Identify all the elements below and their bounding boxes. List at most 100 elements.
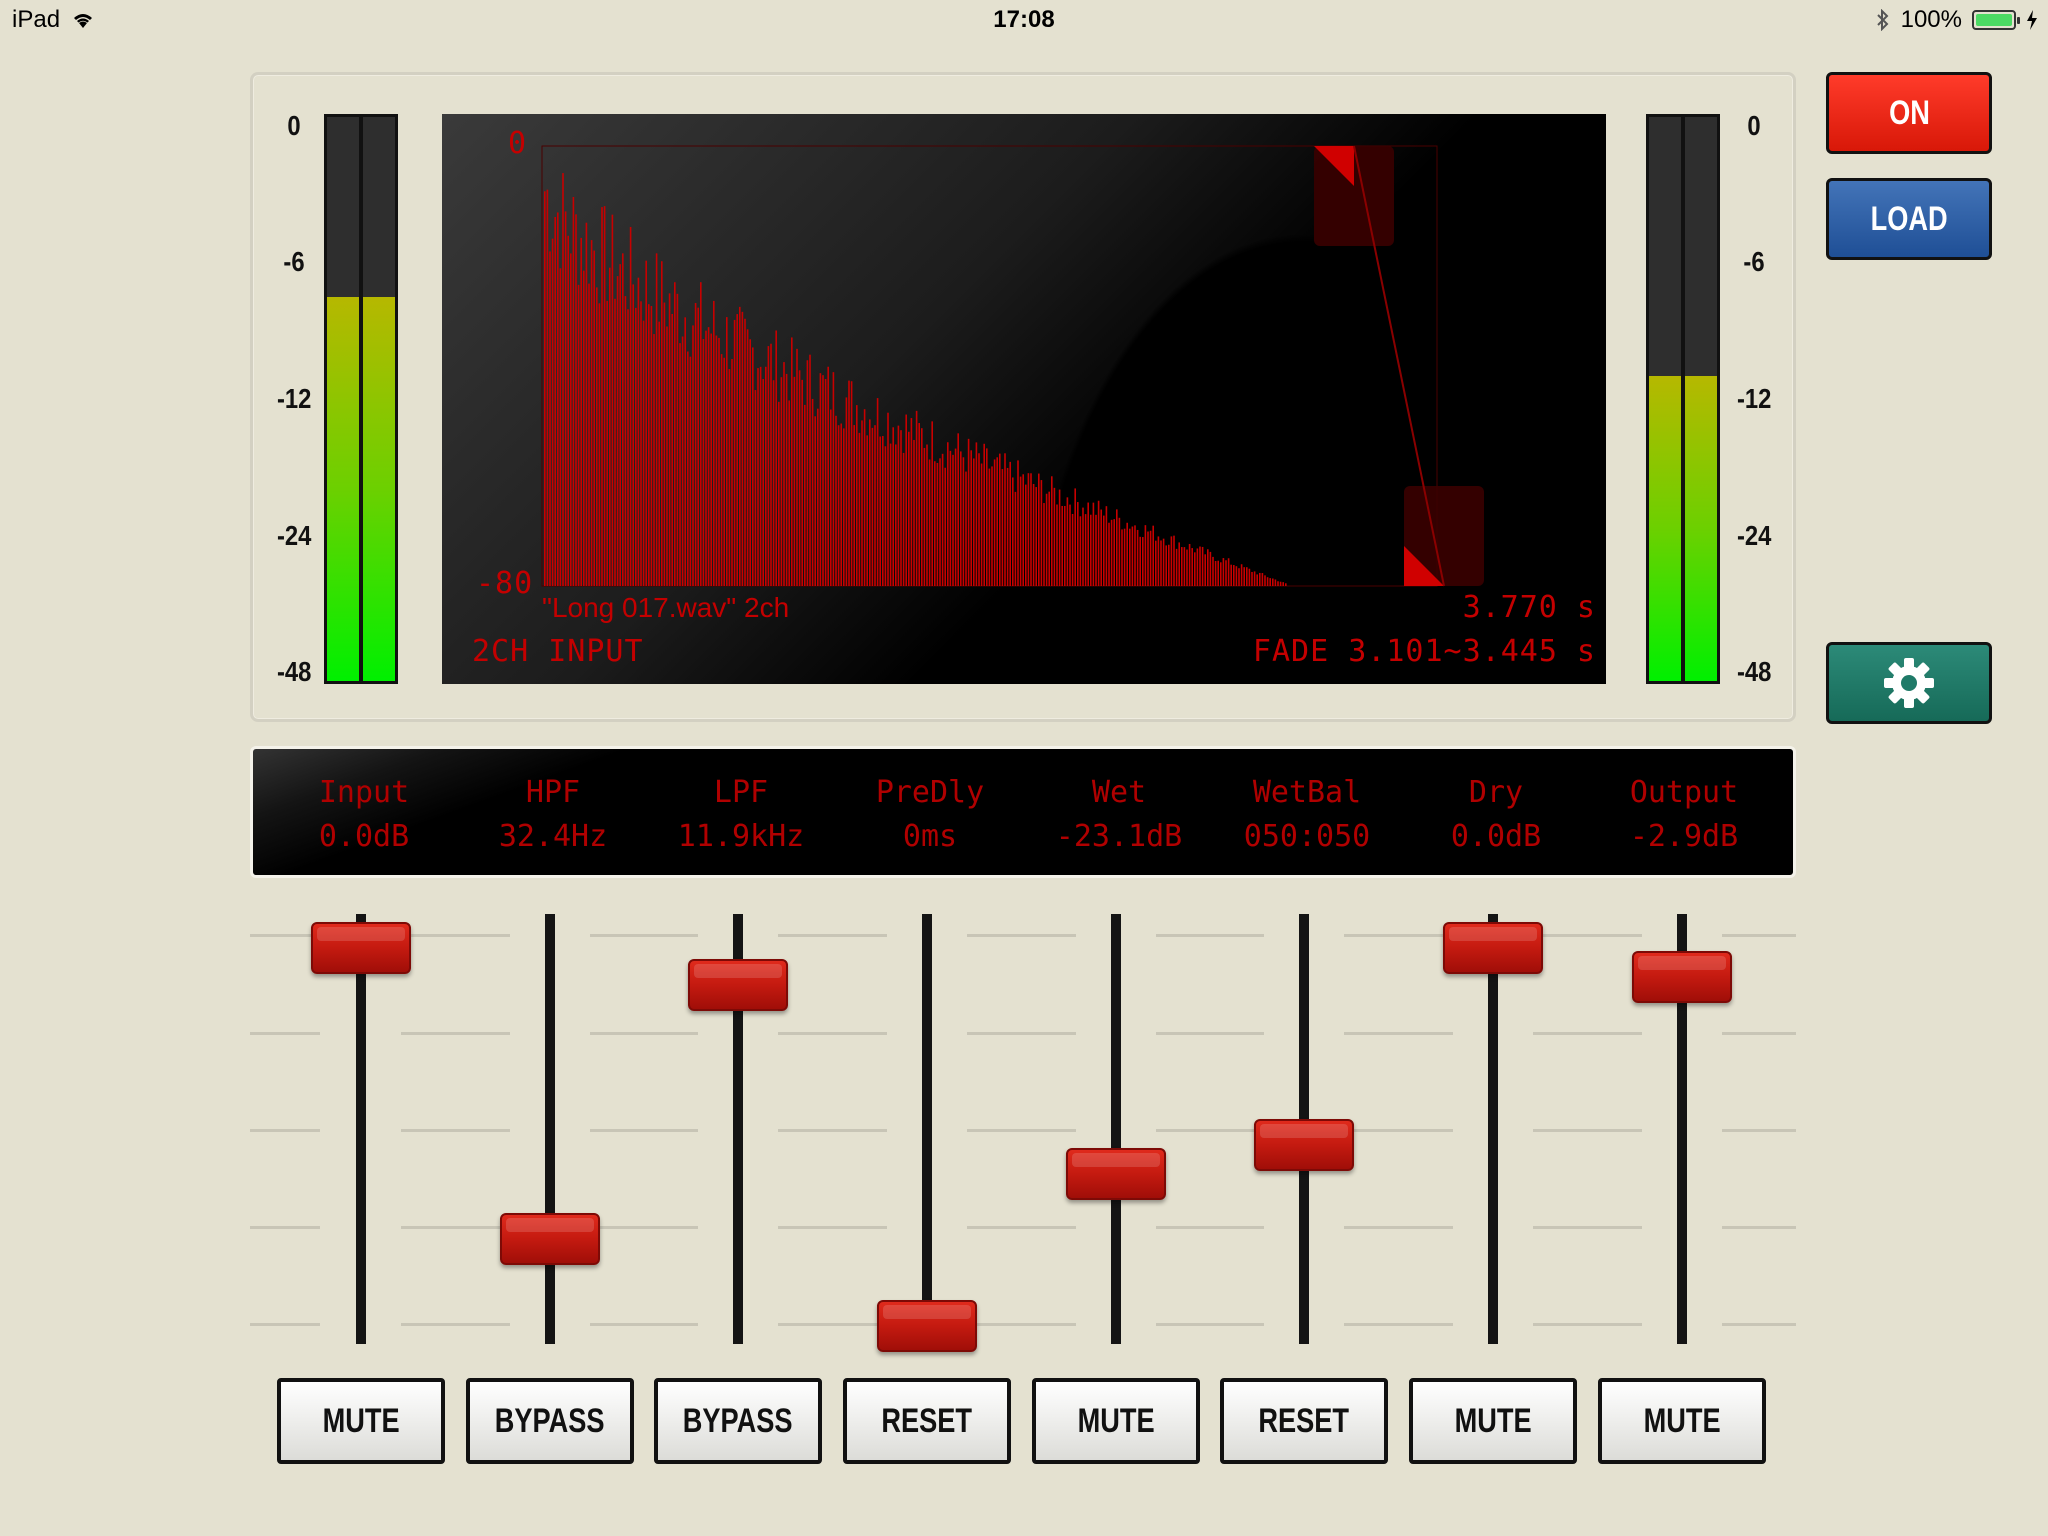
fader-guide-line	[967, 1323, 1076, 1326]
input-mute-label: MUTE	[322, 1401, 400, 1440]
ir-bar	[827, 366, 829, 586]
ir-bar	[1253, 571, 1256, 586]
wet-fader-knob[interactable]	[1066, 1147, 1166, 1200]
param-lpf-name: LPF	[713, 775, 769, 810]
input-mute-button[interactable]: MUTE	[277, 1378, 445, 1464]
predly-reset-button[interactable]: RESET	[843, 1378, 1011, 1464]
ir-bar	[611, 214, 614, 586]
ir-bar	[1181, 547, 1183, 586]
ir-bar	[765, 366, 767, 586]
ir-bar	[1160, 540, 1162, 586]
fader-guide-line	[1156, 1032, 1264, 1035]
impulse-response-display[interactable]: 0 -80 "Long 017.wav" 2ch 3.770 s 2CH INP…	[442, 114, 1606, 684]
ir-bar	[876, 398, 879, 586]
fader-guide-line	[590, 1226, 698, 1229]
wet-mute-button[interactable]: MUTE	[1032, 1378, 1200, 1464]
wet-fader-track[interactable]	[1111, 914, 1121, 1344]
ir-bar	[668, 293, 671, 586]
ir-bar	[1092, 502, 1095, 586]
ir-bar	[796, 348, 798, 586]
ir-bar	[767, 346, 770, 586]
ir-bar	[1113, 519, 1115, 586]
ir-bar	[700, 282, 702, 586]
ir-bar	[785, 373, 788, 586]
ir-bar	[967, 438, 970, 586]
ir-bar	[1071, 513, 1074, 586]
ir-bar	[1142, 537, 1144, 586]
ir-bar	[1217, 560, 1219, 586]
input-scale-24: -24	[277, 520, 312, 551]
fader-guide-line	[1156, 934, 1264, 937]
ir-bar	[1266, 577, 1269, 586]
ir-bar	[588, 283, 590, 586]
ir-bar	[814, 416, 816, 586]
ir-bar	[1100, 509, 1102, 586]
input-scale-6: -6	[283, 246, 305, 277]
dry-mute-button[interactable]: MUTE	[1409, 1378, 1577, 1464]
ir-bar	[1162, 538, 1165, 586]
lpf-bypass-button[interactable]: BYPASS	[654, 1378, 822, 1464]
ir-bar	[1014, 491, 1017, 586]
status-time: 17:08	[993, 6, 1055, 33]
hpf-fader-track[interactable]	[545, 914, 555, 1344]
ir-bar	[679, 343, 681, 586]
ir-bar	[1282, 582, 1284, 586]
param-dry-name: Dry	[1468, 775, 1524, 810]
ir-bar	[1269, 578, 1271, 586]
ir-bar	[866, 435, 868, 586]
predly-fader-knob[interactable]	[877, 1299, 977, 1352]
ir-bar	[1012, 477, 1014, 586]
wetbal-fader-knob[interactable]	[1254, 1119, 1354, 1172]
predly-reset-label: RESET	[881, 1401, 973, 1440]
ir-bar	[1043, 503, 1045, 586]
ir-bar	[1240, 564, 1243, 586]
ir-bar	[593, 250, 595, 586]
ir-bar	[606, 300, 608, 586]
lpf-fader-knob[interactable]	[688, 959, 788, 1012]
settings-button[interactable]	[1826, 642, 1992, 724]
ir-bar	[726, 317, 728, 586]
predly-fader-track[interactable]	[922, 914, 932, 1344]
ir-bar	[666, 326, 668, 586]
bluetooth-icon	[1876, 9, 1889, 31]
ir-bar	[1134, 525, 1136, 586]
ir-bar	[1040, 480, 1043, 586]
ir-bar	[973, 458, 975, 586]
input-level-meter	[324, 114, 398, 684]
param-hpf-value: 32.4Hz	[498, 819, 608, 854]
ir-bar	[804, 404, 806, 586]
ir-bar	[1201, 546, 1204, 586]
ir-bar	[674, 282, 676, 586]
ir-bar	[1272, 578, 1274, 586]
load-button[interactable]: LOAD	[1826, 178, 1992, 260]
dry-fader-knob[interactable]	[1443, 922, 1543, 975]
ir-bar	[1230, 564, 1232, 586]
dry-fader-track[interactable]	[1488, 914, 1498, 1344]
ir-bar	[871, 427, 874, 586]
ir-bar	[775, 330, 777, 586]
input-fader-track[interactable]	[356, 914, 366, 1344]
output-mute-button[interactable]: MUTE	[1598, 1378, 1766, 1464]
ir-bar	[856, 405, 858, 586]
ir-bar	[562, 173, 564, 586]
ir-bar	[658, 321, 660, 586]
ir-bar	[702, 339, 705, 586]
ir-bar	[1261, 573, 1264, 586]
ir-bar	[811, 398, 814, 586]
fader-guide-line	[967, 934, 1076, 937]
input-fader-knob[interactable]	[311, 922, 411, 975]
ir-bar	[1165, 545, 1167, 586]
ir-bar	[926, 444, 928, 586]
ir-bar	[1238, 568, 1240, 586]
wetbal-reset-button[interactable]: RESET	[1220, 1378, 1388, 1464]
ir-bar	[1227, 558, 1230, 586]
output-fader-knob[interactable]	[1632, 951, 1732, 1003]
fader-guide-line	[1722, 1032, 1796, 1035]
hpf-fader-knob[interactable]	[500, 1213, 600, 1266]
on-button[interactable]: ON	[1826, 72, 1992, 154]
ir-bar	[993, 459, 996, 586]
ir-bar	[941, 453, 944, 586]
ir-bar	[728, 369, 731, 586]
hpf-bypass-button[interactable]: BYPASS	[466, 1378, 634, 1464]
ir-bar	[759, 366, 762, 586]
